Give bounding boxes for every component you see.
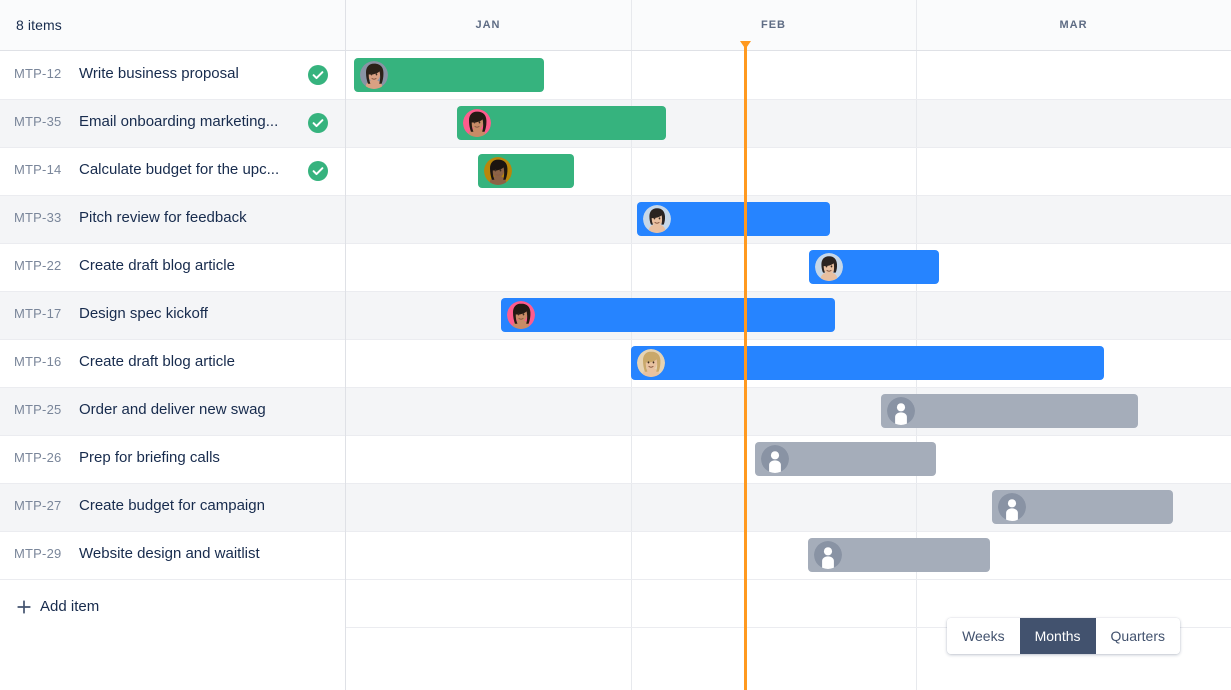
task-key[interactable]: MTP-14 xyxy=(14,162,61,177)
header-underline xyxy=(0,50,1231,51)
zoom-option-weeks[interactable]: Weeks xyxy=(947,618,1020,654)
task-title[interactable]: Email onboarding marketing... xyxy=(79,113,278,130)
task-key[interactable]: MTP-16 xyxy=(14,354,61,369)
task-title[interactable]: Write business proposal xyxy=(79,65,239,82)
avatar xyxy=(360,61,388,89)
task-title[interactable]: Design spec kickoff xyxy=(79,305,208,322)
task-title[interactable]: Calculate budget for the upc... xyxy=(79,161,279,178)
status-done-check-icon[interactable] xyxy=(308,161,328,181)
task-key[interactable]: MTP-26 xyxy=(14,450,61,465)
gantt-bar[interactable] xyxy=(457,106,666,140)
today-marker-icon xyxy=(740,41,751,49)
gantt-bar[interactable] xyxy=(354,58,544,92)
avatar xyxy=(484,157,512,185)
gantt-bar[interactable] xyxy=(809,250,939,284)
avatar xyxy=(507,301,535,329)
gantt-bar[interactable] xyxy=(881,394,1138,428)
month-label-jan: JAN xyxy=(475,19,501,31)
status-done-check-icon[interactable] xyxy=(308,113,328,133)
avatar xyxy=(887,397,915,425)
month-label-feb: FEB xyxy=(761,19,786,31)
timeline-zoom-switcher[interactable]: Weeks Months Quarters xyxy=(947,618,1180,654)
avatar xyxy=(463,109,491,137)
avatar xyxy=(815,253,843,281)
plus-icon xyxy=(16,599,32,615)
task-title[interactable]: Create budget for campaign xyxy=(79,497,265,514)
today-line xyxy=(744,44,747,690)
task-key[interactable]: MTP-27 xyxy=(14,498,61,513)
pane-divider xyxy=(345,0,346,690)
month-column-separator xyxy=(631,0,632,690)
task-title[interactable]: Order and deliver new swag xyxy=(79,401,266,418)
task-title[interactable]: Website design and waitlist xyxy=(79,545,260,562)
avatar xyxy=(643,205,671,233)
add-item-label: Add item xyxy=(40,598,100,615)
gantt-bar[interactable] xyxy=(992,490,1173,524)
avatar xyxy=(761,445,789,473)
task-title[interactable]: Create draft blog article xyxy=(79,353,235,370)
gantt-bar[interactable] xyxy=(631,346,1104,380)
task-key[interactable]: MTP-25 xyxy=(14,402,61,417)
avatar xyxy=(998,493,1026,521)
task-key[interactable]: MTP-33 xyxy=(14,210,61,225)
task-title[interactable]: Prep for briefing calls xyxy=(79,449,220,466)
gantt-bar[interactable] xyxy=(501,298,835,332)
zoom-option-months[interactable]: Months xyxy=(1019,618,1096,654)
zoom-option-quarters[interactable]: Quarters xyxy=(1095,618,1180,654)
task-key[interactable]: MTP-35 xyxy=(14,114,61,129)
month-column-separator xyxy=(916,0,917,690)
add-item-row[interactable]: Add item xyxy=(0,583,345,631)
gantt-bar[interactable] xyxy=(478,154,574,188)
status-done-check-icon[interactable] xyxy=(308,65,328,85)
task-title[interactable]: Create draft blog article xyxy=(79,257,235,274)
task-title[interactable]: Pitch review for feedback xyxy=(79,209,247,226)
gantt-bar[interactable] xyxy=(808,538,990,572)
gantt-bar[interactable] xyxy=(637,202,830,236)
avatar xyxy=(814,541,842,569)
task-key[interactable]: MTP-12 xyxy=(14,66,61,81)
avatar xyxy=(637,349,665,377)
task-key[interactable]: MTP-22 xyxy=(14,258,61,273)
gantt-bar[interactable] xyxy=(755,442,936,476)
task-key[interactable]: MTP-17 xyxy=(14,306,61,321)
task-key[interactable]: MTP-29 xyxy=(14,546,61,561)
month-label-mar: MAR xyxy=(1059,19,1088,31)
timeline-view: 8 items JAN FEB MAR MTP-12 Write business p… xyxy=(0,0,1231,690)
